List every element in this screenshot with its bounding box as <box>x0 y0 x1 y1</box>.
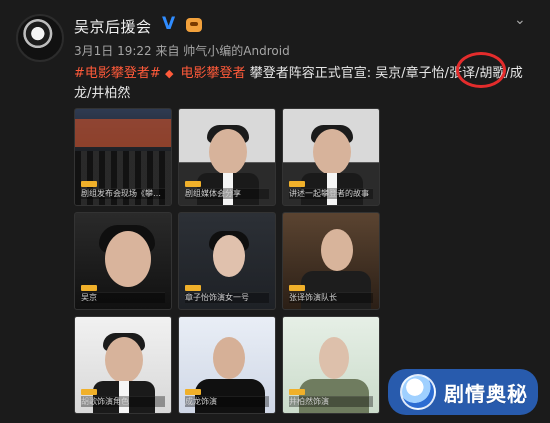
watermark-text: 剧情奥秘 <box>444 381 528 406</box>
grid-image-5[interactable]: 章子怡饰演女一号 <box>178 212 276 310</box>
hashtag-link[interactable]: #电影攀登者# <box>74 66 161 81</box>
chevron-down-icon[interactable]: ⌄ <box>514 12 530 28</box>
author-name[interactable]: 吴京后援会 <box>74 16 152 37</box>
grid-image-8[interactable]: 成龙饰演 <box>178 316 276 414</box>
grid-caption: 讲述一起攀登者的故事 <box>289 188 373 199</box>
grid-image-6[interactable]: 张译饰演队长 <box>282 212 380 310</box>
grid-caption: 张译饰演队长 <box>289 292 373 303</box>
caption-tag <box>289 181 305 187</box>
topic-icon: ◆ <box>164 67 174 80</box>
vip-badge-icon <box>186 18 202 32</box>
caption-tag <box>185 285 201 291</box>
face <box>313 129 351 175</box>
grid-caption: 剧组发布会现场《攀登者》 <box>81 188 165 199</box>
watermark-logo-icon <box>400 374 436 410</box>
caption-tag <box>185 389 201 395</box>
red-circle-annotation <box>456 52 506 88</box>
caption-tag <box>185 181 201 187</box>
suit <box>301 271 371 309</box>
face <box>321 229 353 271</box>
face <box>209 129 247 175</box>
caption-tag <box>81 285 97 291</box>
verified-icon: V <box>162 14 176 34</box>
grid-caption: 成龙饰演 <box>185 396 269 407</box>
grid-image-4[interactable]: 吴京 <box>74 212 172 310</box>
post-meta: 3月1日 19:22 来自 帅气小编的Android <box>74 44 290 58</box>
grid-caption: 吴京 <box>81 292 165 303</box>
grid-caption: 胡歌饰演角色 <box>81 396 165 407</box>
caption-tag <box>289 285 305 291</box>
grid-caption: 章子怡饰演女一号 <box>185 292 269 303</box>
caption-tag <box>289 389 305 395</box>
grid-image-2[interactable]: 剧组媒体会分享 <box>178 108 276 206</box>
face <box>105 337 143 383</box>
grid-image-7[interactable]: 胡歌饰演角色 <box>74 316 172 414</box>
grid-image-9[interactable]: 井柏然饰演 <box>282 316 380 414</box>
avatar[interactable] <box>16 14 64 62</box>
grid-caption: 井柏然饰演 <box>289 396 373 407</box>
caption-tag <box>81 181 97 187</box>
topic-link[interactable]: 电影攀登者 <box>181 66 246 81</box>
grid-image-1[interactable]: 剧组发布会现场《攀登者》 <box>74 108 172 206</box>
face <box>105 231 151 287</box>
image-grid: 剧组发布会现场《攀登者》 剧组媒体会分享 讲述一起攀登者的故事 吴京 章子怡饰演… <box>74 108 380 420</box>
watermark: 剧情奥秘 <box>388 369 538 415</box>
grid-image-3[interactable]: 讲述一起攀登者的故事 <box>282 108 380 206</box>
stage-backdrop <box>75 119 171 147</box>
face <box>319 337 349 379</box>
face <box>213 337 245 379</box>
grid-caption: 剧组媒体会分享 <box>185 188 269 199</box>
face <box>213 235 245 277</box>
caption-tag <box>81 389 97 395</box>
